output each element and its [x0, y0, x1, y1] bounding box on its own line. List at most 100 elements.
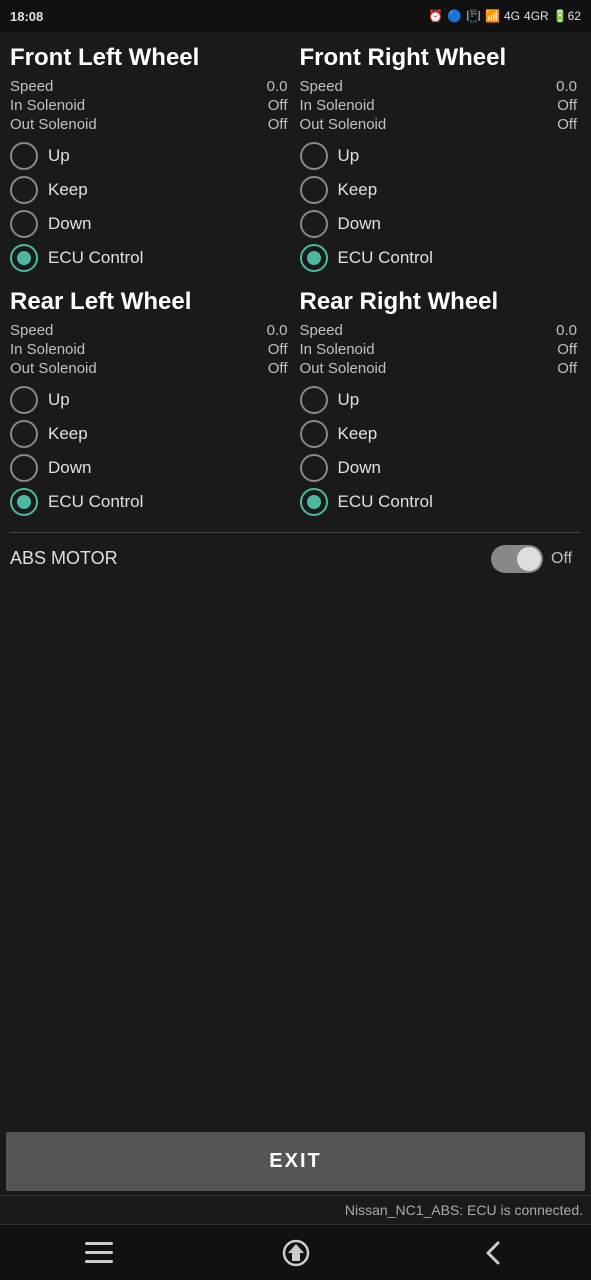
rear-left-ecu-label: ECU Control: [48, 492, 143, 512]
abs-motor-value: Off: [551, 550, 581, 568]
rear-left-keep-option[interactable]: Keep: [10, 420, 292, 448]
front-left-ecu-label: ECU Control: [48, 248, 143, 268]
rear-right-wheel-title: Rear Right Wheel: [300, 288, 582, 317]
front-right-keep-label: Keep: [338, 180, 378, 200]
front-left-out-solenoid-row: Out Solenoid Off: [10, 115, 292, 134]
front-left-down-option[interactable]: Down: [10, 210, 292, 238]
rear-left-in-solenoid-value: Off: [268, 341, 288, 358]
rear-left-wheel-title: Rear Left Wheel: [10, 288, 292, 317]
exit-button[interactable]: EXIT: [6, 1132, 585, 1191]
front-right-out-solenoid-value: Off: [557, 116, 577, 133]
front-left-in-solenoid-row: In Solenoid Off: [10, 96, 292, 115]
rear-right-out-solenoid-label: Out Solenoid: [300, 360, 387, 377]
abs-motor-label: ABS MOTOR: [10, 548, 491, 569]
main-content: Front Left Wheel Speed 0.0 In Solenoid O…: [0, 32, 591, 1128]
rear-left-speed-label: Speed: [10, 322, 53, 339]
front-left-up-label: Up: [48, 146, 70, 166]
front-right-in-solenoid-label: In Solenoid: [300, 97, 375, 114]
front-right-ecu-radio[interactable]: [300, 244, 328, 272]
rear-right-down-option[interactable]: Down: [300, 454, 582, 482]
front-right-out-solenoid-label: Out Solenoid: [300, 116, 387, 133]
rear-left-in-solenoid-row: In Solenoid Off: [10, 340, 292, 359]
rear-right-keep-option[interactable]: Keep: [300, 420, 582, 448]
rear-left-up-option[interactable]: Up: [10, 386, 292, 414]
front-left-in-solenoid-value: Off: [268, 97, 288, 114]
rear-left-out-solenoid-row: Out Solenoid Off: [10, 359, 292, 378]
rear-right-ecu-label: ECU Control: [338, 492, 433, 512]
front-left-keep-label: Keep: [48, 180, 88, 200]
rear-right-in-solenoid-label: In Solenoid: [300, 341, 375, 358]
front-right-up-radio[interactable]: [300, 142, 328, 170]
wifi-icon: 📶: [485, 9, 500, 23]
rear-left-ecu-radio[interactable]: [10, 488, 38, 516]
rear-right-ecu-option[interactable]: ECU Control: [300, 488, 582, 516]
front-right-speed-row: Speed 0.0: [300, 77, 582, 96]
front-right-ecu-option[interactable]: ECU Control: [300, 244, 582, 272]
front-left-out-solenoid-value: Off: [268, 116, 288, 133]
bottom-nav: [0, 1224, 591, 1280]
front-right-down-radio[interactable]: [300, 210, 328, 238]
front-right-in-solenoid-row: In Solenoid Off: [300, 96, 582, 115]
front-right-speed-label: Speed: [300, 78, 343, 95]
rear-right-down-label: Down: [338, 458, 381, 478]
front-right-speed-value: 0.0: [556, 78, 577, 95]
rear-left-radio-group: Up Keep Down ECU Control: [10, 386, 292, 516]
front-right-keep-radio[interactable]: [300, 176, 328, 204]
front-right-wheel-title: Front Right Wheel: [300, 44, 582, 73]
status-time: 18:08: [10, 9, 43, 24]
rear-right-in-solenoid-row: In Solenoid Off: [300, 340, 582, 359]
rear-left-down-label: Down: [48, 458, 91, 478]
menu-button[interactable]: [69, 1233, 129, 1273]
rear-right-up-radio[interactable]: [300, 386, 328, 414]
rear-left-speed-row: Speed 0.0: [10, 321, 292, 340]
front-left-keep-radio[interactable]: [10, 176, 38, 204]
front-right-keep-option[interactable]: Keep: [300, 176, 582, 204]
rear-right-up-option[interactable]: Up: [300, 386, 582, 414]
rear-right-radio-group: Up Keep Down ECU Control: [300, 386, 582, 516]
rear-left-up-radio[interactable]: [10, 386, 38, 414]
rear-right-keep-radio[interactable]: [300, 420, 328, 448]
rear-left-wheel-section: Rear Left Wheel Speed 0.0 In Solenoid Of…: [6, 284, 296, 528]
rear-right-keep-label: Keep: [338, 424, 378, 444]
front-left-keep-option[interactable]: Keep: [10, 176, 292, 204]
rear-left-down-option[interactable]: Down: [10, 454, 292, 482]
rear-left-up-label: Up: [48, 390, 70, 410]
front-left-wheel-title: Front Left Wheel: [10, 44, 292, 73]
rear-left-in-solenoid-label: In Solenoid: [10, 341, 85, 358]
ecu-status-bar: Nissan_NC1_ABS: ECU is connected.: [0, 1195, 591, 1224]
rear-left-down-radio[interactable]: [10, 454, 38, 482]
front-right-up-label: Up: [338, 146, 360, 166]
network-4g: 4G: [504, 9, 520, 23]
rear-right-speed-label: Speed: [300, 322, 343, 339]
front-right-radio-group: Up Keep Down ECU Control: [300, 142, 582, 272]
rear-left-keep-radio[interactable]: [10, 420, 38, 448]
vibrate-icon: 📳: [466, 9, 481, 23]
front-left-ecu-radio[interactable]: [10, 244, 38, 272]
front-right-down-label: Down: [338, 214, 381, 234]
rear-right-in-solenoid-value: Off: [557, 341, 577, 358]
front-right-ecu-label: ECU Control: [338, 248, 433, 268]
front-right-wheel-section: Front Right Wheel Speed 0.0 In Solenoid …: [296, 40, 586, 284]
home-button[interactable]: [266, 1233, 326, 1273]
status-bar: 18:08 ⏰ 🔵 📳 📶 4G 4GR 🔋62: [0, 0, 591, 32]
back-button[interactable]: [463, 1233, 523, 1273]
rear-right-wheel-section: Rear Right Wheel Speed 0.0 In Solenoid O…: [296, 284, 586, 528]
front-right-down-option[interactable]: Down: [300, 210, 582, 238]
front-right-in-solenoid-value: Off: [557, 97, 577, 114]
rear-left-ecu-option[interactable]: ECU Control: [10, 488, 292, 516]
front-left-up-radio[interactable]: [10, 142, 38, 170]
toggle-knob: [517, 547, 541, 571]
abs-motor-toggle[interactable]: [491, 545, 543, 573]
rear-right-ecu-radio[interactable]: [300, 488, 328, 516]
network-4gr: 4GR: [524, 9, 549, 23]
rear-right-speed-value: 0.0: [556, 322, 577, 339]
front-right-up-option[interactable]: Up: [300, 142, 582, 170]
front-left-in-solenoid-label: In Solenoid: [10, 97, 85, 114]
front-left-up-option[interactable]: Up: [10, 142, 292, 170]
rear-left-speed-value: 0.0: [267, 322, 288, 339]
front-left-ecu-option[interactable]: ECU Control: [10, 244, 292, 272]
battery-icon: 🔋62: [553, 9, 581, 23]
rear-right-down-radio[interactable]: [300, 454, 328, 482]
front-left-down-radio[interactable]: [10, 210, 38, 238]
rear-right-out-solenoid-value: Off: [557, 360, 577, 377]
